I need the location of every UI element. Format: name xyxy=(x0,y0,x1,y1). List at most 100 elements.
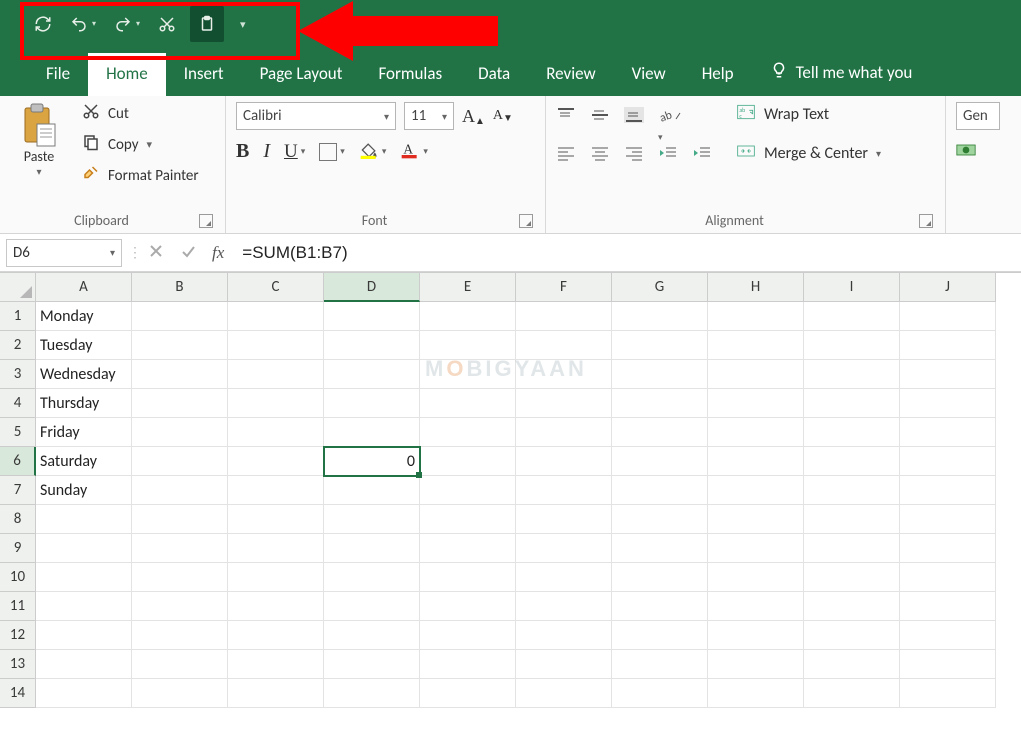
clipboard-dialog-launcher[interactable] xyxy=(199,214,213,228)
cell[interactable]: Thursday xyxy=(36,389,132,418)
cell[interactable]: Wednesday xyxy=(36,360,132,389)
cell[interactable] xyxy=(228,418,324,447)
tab-data[interactable]: Data xyxy=(460,53,528,96)
cell[interactable] xyxy=(804,505,900,534)
cell[interactable] xyxy=(708,534,804,563)
wrap-text-button[interactable]: abc Wrap Text xyxy=(736,102,881,127)
column-header[interactable]: J xyxy=(900,273,996,302)
cell[interactable] xyxy=(324,476,420,505)
cell[interactable] xyxy=(900,534,996,563)
number-format-combo[interactable]: Gen xyxy=(956,102,1000,130)
cell[interactable] xyxy=(612,621,708,650)
cell[interactable] xyxy=(324,418,420,447)
cell[interactable] xyxy=(516,389,612,418)
tab-view[interactable]: View xyxy=(614,53,684,96)
accounting-format-button[interactable] xyxy=(956,142,976,162)
cell[interactable] xyxy=(324,331,420,360)
borders-button[interactable]: ▾ xyxy=(319,143,345,161)
cell[interactable] xyxy=(612,302,708,331)
cell[interactable] xyxy=(132,563,228,592)
align-left-button[interactable] xyxy=(556,145,576,161)
cell[interactable] xyxy=(324,679,420,708)
cell[interactable] xyxy=(708,592,804,621)
cell[interactable] xyxy=(420,360,516,389)
bold-button[interactable]: B xyxy=(236,140,249,163)
cell[interactable] xyxy=(36,563,132,592)
enter-formula-button[interactable] xyxy=(180,243,196,263)
tab-home[interactable]: Home xyxy=(88,53,166,96)
cell[interactable] xyxy=(36,679,132,708)
font-color-button[interactable]: A ▾ xyxy=(400,141,428,163)
cell[interactable] xyxy=(804,650,900,679)
cell[interactable] xyxy=(804,418,900,447)
row-header[interactable]: 2 xyxy=(0,331,36,360)
cell[interactable] xyxy=(228,505,324,534)
insert-function-button[interactable]: fx xyxy=(212,243,224,263)
cell[interactable] xyxy=(420,592,516,621)
cell[interactable] xyxy=(132,476,228,505)
cell[interactable] xyxy=(228,592,324,621)
row-header[interactable]: 10 xyxy=(0,563,36,592)
cut-button[interactable] xyxy=(154,6,180,42)
cell[interactable]: Saturday xyxy=(36,447,132,476)
row-header[interactable]: 6 xyxy=(0,447,36,476)
cell[interactable] xyxy=(420,331,516,360)
cell[interactable] xyxy=(900,302,996,331)
cell[interactable] xyxy=(900,679,996,708)
cell[interactable] xyxy=(228,476,324,505)
cell[interactable] xyxy=(420,389,516,418)
cell[interactable] xyxy=(420,505,516,534)
column-header[interactable]: I xyxy=(804,273,900,302)
cell[interactable] xyxy=(132,592,228,621)
row-header[interactable]: 1 xyxy=(0,302,36,331)
align-middle-button[interactable] xyxy=(590,107,610,123)
cell[interactable] xyxy=(36,534,132,563)
cell[interactable] xyxy=(324,534,420,563)
cell[interactable] xyxy=(900,331,996,360)
format-painter-button[interactable]: Format Painter xyxy=(82,164,199,187)
column-header[interactable]: H xyxy=(708,273,804,302)
cell[interactable] xyxy=(804,534,900,563)
alignment-dialog-launcher[interactable] xyxy=(919,214,933,228)
align-top-button[interactable] xyxy=(556,107,576,123)
cell[interactable] xyxy=(804,679,900,708)
cell[interactable] xyxy=(132,360,228,389)
cell[interactable] xyxy=(228,389,324,418)
cell[interactable] xyxy=(516,650,612,679)
cell[interactable]: Sunday xyxy=(36,476,132,505)
cell[interactable] xyxy=(612,563,708,592)
font-size-combo[interactable]: 11 ▾ xyxy=(404,102,454,130)
cell[interactable] xyxy=(612,389,708,418)
cell[interactable] xyxy=(324,302,420,331)
tab-file[interactable]: File xyxy=(28,53,88,96)
cell[interactable] xyxy=(132,505,228,534)
cell[interactable] xyxy=(324,650,420,679)
cell[interactable] xyxy=(900,505,996,534)
cell[interactable] xyxy=(900,650,996,679)
cell[interactable] xyxy=(612,331,708,360)
cell[interactable] xyxy=(36,505,132,534)
cell[interactable] xyxy=(708,563,804,592)
cell[interactable] xyxy=(516,534,612,563)
decrease-font-button[interactable]: A▼ xyxy=(493,108,513,124)
column-header[interactable]: A xyxy=(36,273,132,302)
cell[interactable] xyxy=(900,389,996,418)
cell[interactable] xyxy=(324,505,420,534)
tab-review[interactable]: Review xyxy=(528,53,613,96)
cell[interactable] xyxy=(420,534,516,563)
cell[interactable] xyxy=(324,563,420,592)
cell[interactable] xyxy=(708,302,804,331)
cell[interactable] xyxy=(420,476,516,505)
cell[interactable] xyxy=(132,389,228,418)
cell[interactable] xyxy=(516,592,612,621)
cell[interactable] xyxy=(516,505,612,534)
row-header[interactable]: 4 xyxy=(0,389,36,418)
cell[interactable] xyxy=(804,302,900,331)
cell[interactable] xyxy=(900,360,996,389)
fill-color-button[interactable]: ▾ xyxy=(359,141,387,163)
refresh-button[interactable] xyxy=(30,6,56,42)
decrease-indent-button[interactable] xyxy=(658,145,678,161)
cell[interactable] xyxy=(420,302,516,331)
cell[interactable] xyxy=(612,679,708,708)
cell[interactable] xyxy=(516,360,612,389)
